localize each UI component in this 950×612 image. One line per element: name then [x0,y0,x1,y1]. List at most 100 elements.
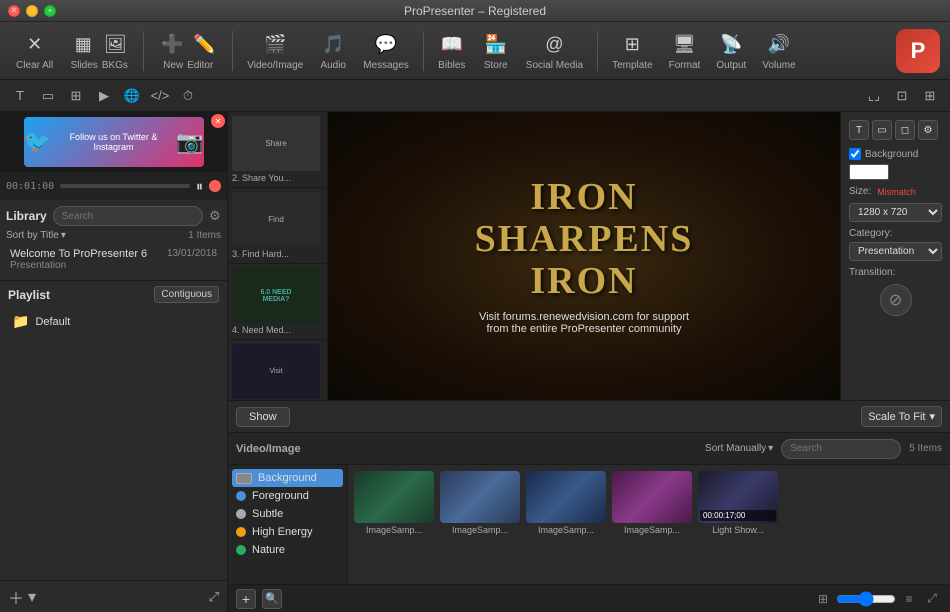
add-icon[interactable]: ＋ [8,585,24,609]
slide-thumb-2[interactable]: Share 2. Share You... [228,112,327,188]
media-cat-high-energy[interactable]: High Energy [232,523,343,541]
bkgs-icon[interactable]: 🖼 [101,30,129,58]
video-image-icon[interactable]: 🎬 [257,30,293,58]
media-item-2[interactable]: ImageSamp... [440,471,520,535]
props-icon-1[interactable]: T [849,120,869,140]
category-select[interactable]: Presentation [849,242,942,261]
slide-thumb-img-5: Visit [232,344,320,399]
foreground-dot-icon [236,491,246,501]
output-icon[interactable]: 📡 [717,30,745,58]
add-media-button[interactable]: + [236,589,256,609]
store-icon[interactable]: 🏪 [482,30,510,58]
slide-thumb-5[interactable]: Visit 5. Visit The S... [228,340,327,400]
sort-button[interactable]: Sort by Title ▾ [6,230,66,241]
messages-icon[interactable]: 💬 [372,30,400,58]
transition-button[interactable]: ⊘ [880,284,912,316]
text-tool-button[interactable]: T [8,84,32,108]
new-icon[interactable]: ➕ [158,30,186,58]
web-tool-button[interactable]: 🌐 [120,84,144,108]
video-tool-button[interactable]: ▶ [92,84,116,108]
rect-tool-button[interactable]: ▭ [36,84,60,108]
library-item-type: Presentation [10,260,147,271]
show-button[interactable]: Show [236,407,290,427]
size-select[interactable]: 1280 x 720 [849,203,942,222]
media-section: Video/Image Sort Manually ▾ 5 Items Back… [228,432,950,612]
media-item-3[interactable]: ImageSamp... [526,471,606,535]
expand-button[interactable]: ⤢ [209,589,219,605]
library-item[interactable]: Welcome To ProPresenter 6 Presentation 1… [6,245,221,274]
view-toggle: ⊞ ≡ ⤢ [813,589,942,609]
scale-chevron-icon: ▾ [929,410,935,423]
image-tool-button[interactable]: ⊞ [64,84,88,108]
media-item-5[interactable]: 00:00:17;00 Light Show... [698,471,778,535]
bibles-icon[interactable]: 📖 [438,30,466,58]
bkgs-label: BKGs [102,60,128,71]
size-label: Size: [849,186,871,197]
layout-tool-button[interactable]: ⊞ [918,84,942,108]
search-media-button[interactable]: 🔍 [262,589,282,609]
media-thumb-2 [440,471,520,523]
fit-tool-button[interactable]: ⊡ [890,84,914,108]
media-cat-high-energy-label: High Energy [252,526,313,538]
playlist-item-label: Default [35,316,70,328]
add-remove-buttons[interactable]: ＋ ▾ [8,585,36,609]
scale-to-fit-select[interactable]: Scale To Fit ▾ [861,406,942,427]
background-checkbox[interactable] [849,148,861,160]
background-row: Background [849,148,942,180]
social-follow-text: Follow us on Twitter & Instagram [61,132,166,152]
sort-manually-button[interactable]: Sort Manually ▾ [705,443,773,454]
preview-title-line1: IRON [475,177,694,219]
library-settings-button[interactable]: ⚙ [209,206,221,226]
social-media-icon[interactable]: @ [540,30,568,58]
minimize-button[interactable]: – [26,5,38,17]
time-display: 00:01:00 [6,181,54,192]
background-color-swatch[interactable] [849,164,889,180]
format-icon[interactable]: 🖥 [670,30,698,58]
volume-icon[interactable]: 🔊 [765,30,793,58]
code-tool-button[interactable]: </> [148,84,172,108]
social-media-label: Social Media [526,60,583,71]
library-header: Library ⚙ [6,206,221,226]
toolbar-group-social-media: @ Social Media [520,30,589,71]
pause-button[interactable]: ⏸ [196,178,203,195]
contiguous-button[interactable]: Contiguous [154,286,219,303]
stop-button[interactable] [209,180,221,192]
list-item[interactable]: 📁 Default [8,310,219,333]
library-search-input[interactable] [53,206,203,226]
thumb-size-slider[interactable] [836,591,896,607]
social-close-button[interactable]: ✕ [211,114,225,128]
chevron-down-icon[interactable]: ▾ [28,587,36,607]
list-view-button[interactable]: ≡ [899,589,919,609]
props-icon-4[interactable]: ⚙ [918,120,938,140]
media-cat-background[interactable]: Background [232,469,343,487]
crop-tool-button[interactable]: ⌞⌟ [862,84,886,108]
clear-all-icon[interactable]: ✕ [21,30,49,58]
progress-bar[interactable] [60,184,190,188]
new-label: New [163,60,183,71]
toolbar-group-audio: 🎵 Audio [313,30,353,71]
slide-thumb-3[interactable]: Find 3. Find Hard... [228,188,327,264]
category-label: Category: [849,228,942,239]
progress-area: 00:01:00 ⏸ [0,172,227,200]
grid-view-button[interactable]: ⊞ [813,589,833,609]
media-cat-subtle[interactable]: Subtle [232,505,343,523]
media-item-4[interactable]: ImageSamp... [612,471,692,535]
props-icon-2[interactable]: ▭ [872,120,892,140]
media-cat-foreground[interactable]: Foreground [232,487,343,505]
props-icon-3[interactable]: ◻ [895,120,915,140]
library-title: Library [6,209,47,223]
slides-icon[interactable]: ▦ [69,30,97,58]
template-icon[interactable]: ⊞ [618,30,646,58]
clock-tool-button[interactable]: ⏱ [176,84,200,108]
slide-thumb-4[interactable]: 6.0 NEEDMEDIA? 4. Need Med... [228,264,327,340]
expand-media-button[interactable]: ⤢ [922,589,942,609]
fullscreen-button[interactable]: + [44,5,56,17]
close-button[interactable]: ✕ [8,5,20,17]
editor-icon[interactable]: ✏️ [190,30,218,58]
media-tab-video[interactable]: Video/Image [236,443,301,455]
media-item-1[interactable]: ImageSamp... [354,471,434,535]
media-cat-nature[interactable]: Nature [232,541,343,559]
playlist-section: Playlist Contiguous 📁 Default [0,280,227,580]
media-search-input[interactable] [781,439,901,459]
audio-icon[interactable]: 🎵 [319,30,347,58]
